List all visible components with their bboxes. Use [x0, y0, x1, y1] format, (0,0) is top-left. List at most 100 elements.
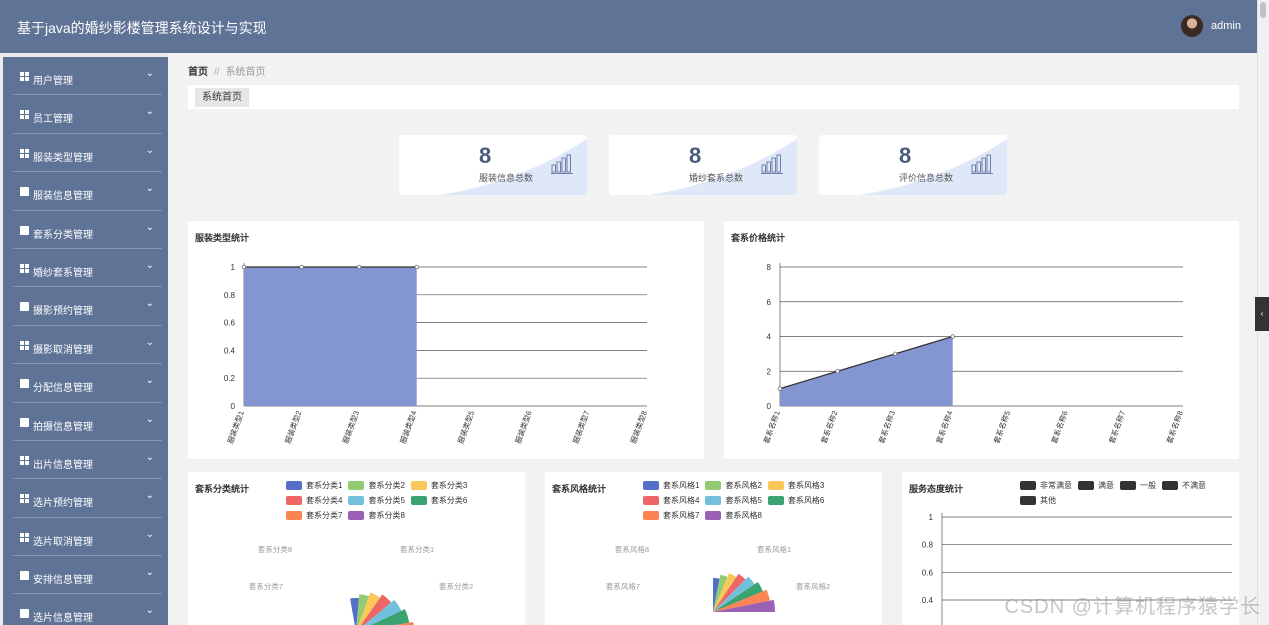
watermark: CSDN @计算机程序猿学长	[1004, 596, 1261, 618]
legend-label: 套系风格3	[787, 481, 825, 490]
legend-label: 套系分类6	[430, 496, 468, 505]
bar-chart-icon	[761, 154, 783, 174]
legend-item[interactable]: 套系分类6	[410, 493, 468, 508]
x-tick-label: 服装类型8	[628, 409, 649, 445]
area-fill	[244, 267, 417, 406]
legend-label: 非常满意	[1040, 481, 1072, 490]
chevron-down-icon: ⌄	[145, 605, 154, 617]
slice-label: 套系分类1	[400, 544, 434, 554]
clothing-type-chart-panel: 服装类型统计 0 0.2 0.4 0.6 0.8 1 服装类型1 服装类型2 服装类型3 服装类型…	[188, 221, 704, 459]
list-icon	[20, 609, 29, 619]
legend-swatch	[767, 481, 784, 490]
legend-swatch	[705, 511, 722, 520]
legend-item[interactable]: 套系分类2	[348, 478, 405, 493]
legend-item[interactable]: 套系分类8	[348, 508, 405, 523]
package-price-area-chart: 0 2 4 6 8 套系名称1 套系名称2 套系名称3 套系名称4 套系名称5 套系名称6 套系名称7…	[761, 263, 1185, 445]
x-tick-label: 服装类型3	[340, 409, 361, 445]
legend-item[interactable]: 套系风格8	[705, 508, 762, 523]
legend-item[interactable]: 套系风格2	[705, 478, 762, 493]
legend-label: 套系风格2	[725, 481, 762, 490]
legend-swatch	[348, 481, 365, 490]
sidebar: 用户管理 ⌄ 员工管理 ⌄ 服装类型管理 ⌄ 服装信息管理 ⌄ 套系分类管理 ⌄ 婚纱套系管理 ⌄ 摄影…	[3, 57, 168, 625]
legend-swatch	[1162, 481, 1178, 490]
sidebar-item[interactable]: 用户管理 ⌄	[3, 57, 168, 96]
legend-item[interactable]: 不满意	[1162, 478, 1206, 493]
avatar[interactable]	[1181, 15, 1204, 37]
breadcrumb-current: 系统首页	[225, 67, 266, 78]
sidebar-item[interactable]: 出片信息管理 ⌄	[3, 441, 168, 480]
legend-item[interactable]: 其他	[1020, 493, 1056, 508]
legend-swatch	[286, 481, 302, 490]
username[interactable]: admin	[1211, 20, 1241, 32]
x-tick-label: 服装类型4	[398, 409, 419, 445]
sidebar-item-label: 服装信息管理	[33, 191, 93, 203]
legend-item[interactable]: 套系分类4	[286, 493, 342, 508]
sidebar-item-label: 选片取消管理	[33, 536, 93, 548]
legend-item[interactable]: 套系风格5	[705, 493, 762, 508]
y-tick-label: 0.2	[224, 374, 236, 383]
collapse-handle-icon[interactable]: ‹	[1255, 297, 1269, 331]
sidebar-item-label: 分配信息管理	[33, 383, 93, 395]
legend-item[interactable]: 套系风格1	[643, 478, 699, 493]
legend-item[interactable]: 套系风格6	[767, 493, 824, 508]
sidebar-item[interactable]: 分配信息管理 ⌄	[3, 364, 168, 403]
slice-label: 套系分类2	[439, 581, 473, 591]
top-header: 基于java的婚纱影楼管理系统设计与实现 admin	[0, 0, 1257, 53]
data-point[interactable]	[777, 386, 783, 391]
package-category-pie-panel: 套系分类统计 套系分类1 套系分类2 套系分类3 套系分类4 套系分类5 套系分类6 套系分…	[188, 472, 525, 625]
legend-item[interactable]: 套系风格4	[643, 493, 699, 508]
breadcrumb: 首页 // 系统首页	[188, 63, 266, 78]
stat-label: 评价信息总数	[899, 173, 954, 183]
y-tick-label: 8	[767, 263, 772, 272]
chevron-down-icon: ⌄	[145, 259, 154, 271]
chevron-down-icon: ⌄	[145, 451, 154, 463]
legend-item[interactable]: 套系分类1	[286, 478, 342, 493]
legend-item[interactable]: 套系分类5	[348, 493, 405, 508]
data-point[interactable]	[356, 264, 362, 270]
legend-label: 套系分类5	[368, 496, 405, 505]
legend-label: 套系分类1	[306, 481, 343, 490]
main-content: 首页 // 系统首页 系统首页 8 服装信息总数 8 婚纱套系总数 8 评价信息总数 服装类型…	[168, 53, 1257, 625]
legend-label: 套系分类3	[430, 481, 468, 490]
sidebar-item-label: 选片信息管理	[33, 613, 93, 625]
chevron-down-icon: ⌄	[145, 144, 154, 156]
user-menu[interactable]: admin	[1181, 15, 1241, 37]
data-point[interactable]	[299, 264, 304, 270]
sidebar-item[interactable]: 选片取消管理 ⌄	[3, 518, 168, 557]
legend-swatch	[1078, 481, 1094, 490]
sidebar-item[interactable]: 摄影取消管理 ⌄	[3, 326, 168, 365]
sidebar-item[interactable]: 拍摄信息管理 ⌄	[3, 403, 168, 441]
data-point[interactable]	[950, 334, 955, 339]
legend-item[interactable]: 套系风格3	[767, 478, 825, 493]
sidebar-item[interactable]: 选片信息管理 ⌄	[3, 594, 168, 625]
sidebar-item[interactable]: 服装类型管理 ⌄	[3, 134, 168, 173]
breadcrumb-home[interactable]: 首页	[188, 67, 208, 78]
sidebar-item[interactable]: 安排信息管理 ⌄	[3, 556, 168, 595]
sidebar-item-label: 婚纱套系管理	[33, 267, 93, 279]
sidebar-item[interactable]: 选片预约管理 ⌄	[3, 479, 168, 518]
tab-home[interactable]: 系统首页	[195, 88, 249, 107]
sidebar-item[interactable]: 员工管理 ⌄	[3, 95, 168, 134]
sidebar-item[interactable]: 摄影预约管理 ⌄	[3, 287, 168, 326]
scrollbar-thumb[interactable]	[1260, 2, 1266, 18]
legend-label: 套系风格4	[663, 496, 700, 505]
legend-item[interactable]: 非常满意	[1020, 478, 1072, 493]
legend-item[interactable]: 套系分类3	[410, 478, 468, 493]
stat-card: 8 服装信息总数	[399, 135, 587, 195]
sidebar-item[interactable]: 服装信息管理 ⌄	[3, 172, 168, 211]
data-point[interactable]	[835, 369, 840, 374]
data-point[interactable]	[241, 264, 247, 270]
legend-label: 套系分类8	[368, 511, 405, 520]
data-point[interactable]	[414, 264, 419, 270]
legend-item[interactable]: 满意	[1078, 478, 1114, 493]
sidebar-item[interactable]: 套系分类管理 ⌄	[3, 211, 168, 249]
legend-swatch	[348, 511, 365, 520]
data-point[interactable]	[892, 351, 898, 357]
breadcrumb-separator: //	[214, 67, 220, 78]
legend-item[interactable]: 一般	[1120, 478, 1156, 493]
y-tick-label: 0.8	[922, 541, 934, 550]
legend-item[interactable]: 套系风格7	[643, 508, 699, 523]
sidebar-item[interactable]: 婚纱套系管理 ⌄	[3, 249, 168, 288]
legend-item[interactable]: 套系分类7	[286, 508, 342, 523]
legend-label: 套系分类4	[306, 496, 343, 505]
